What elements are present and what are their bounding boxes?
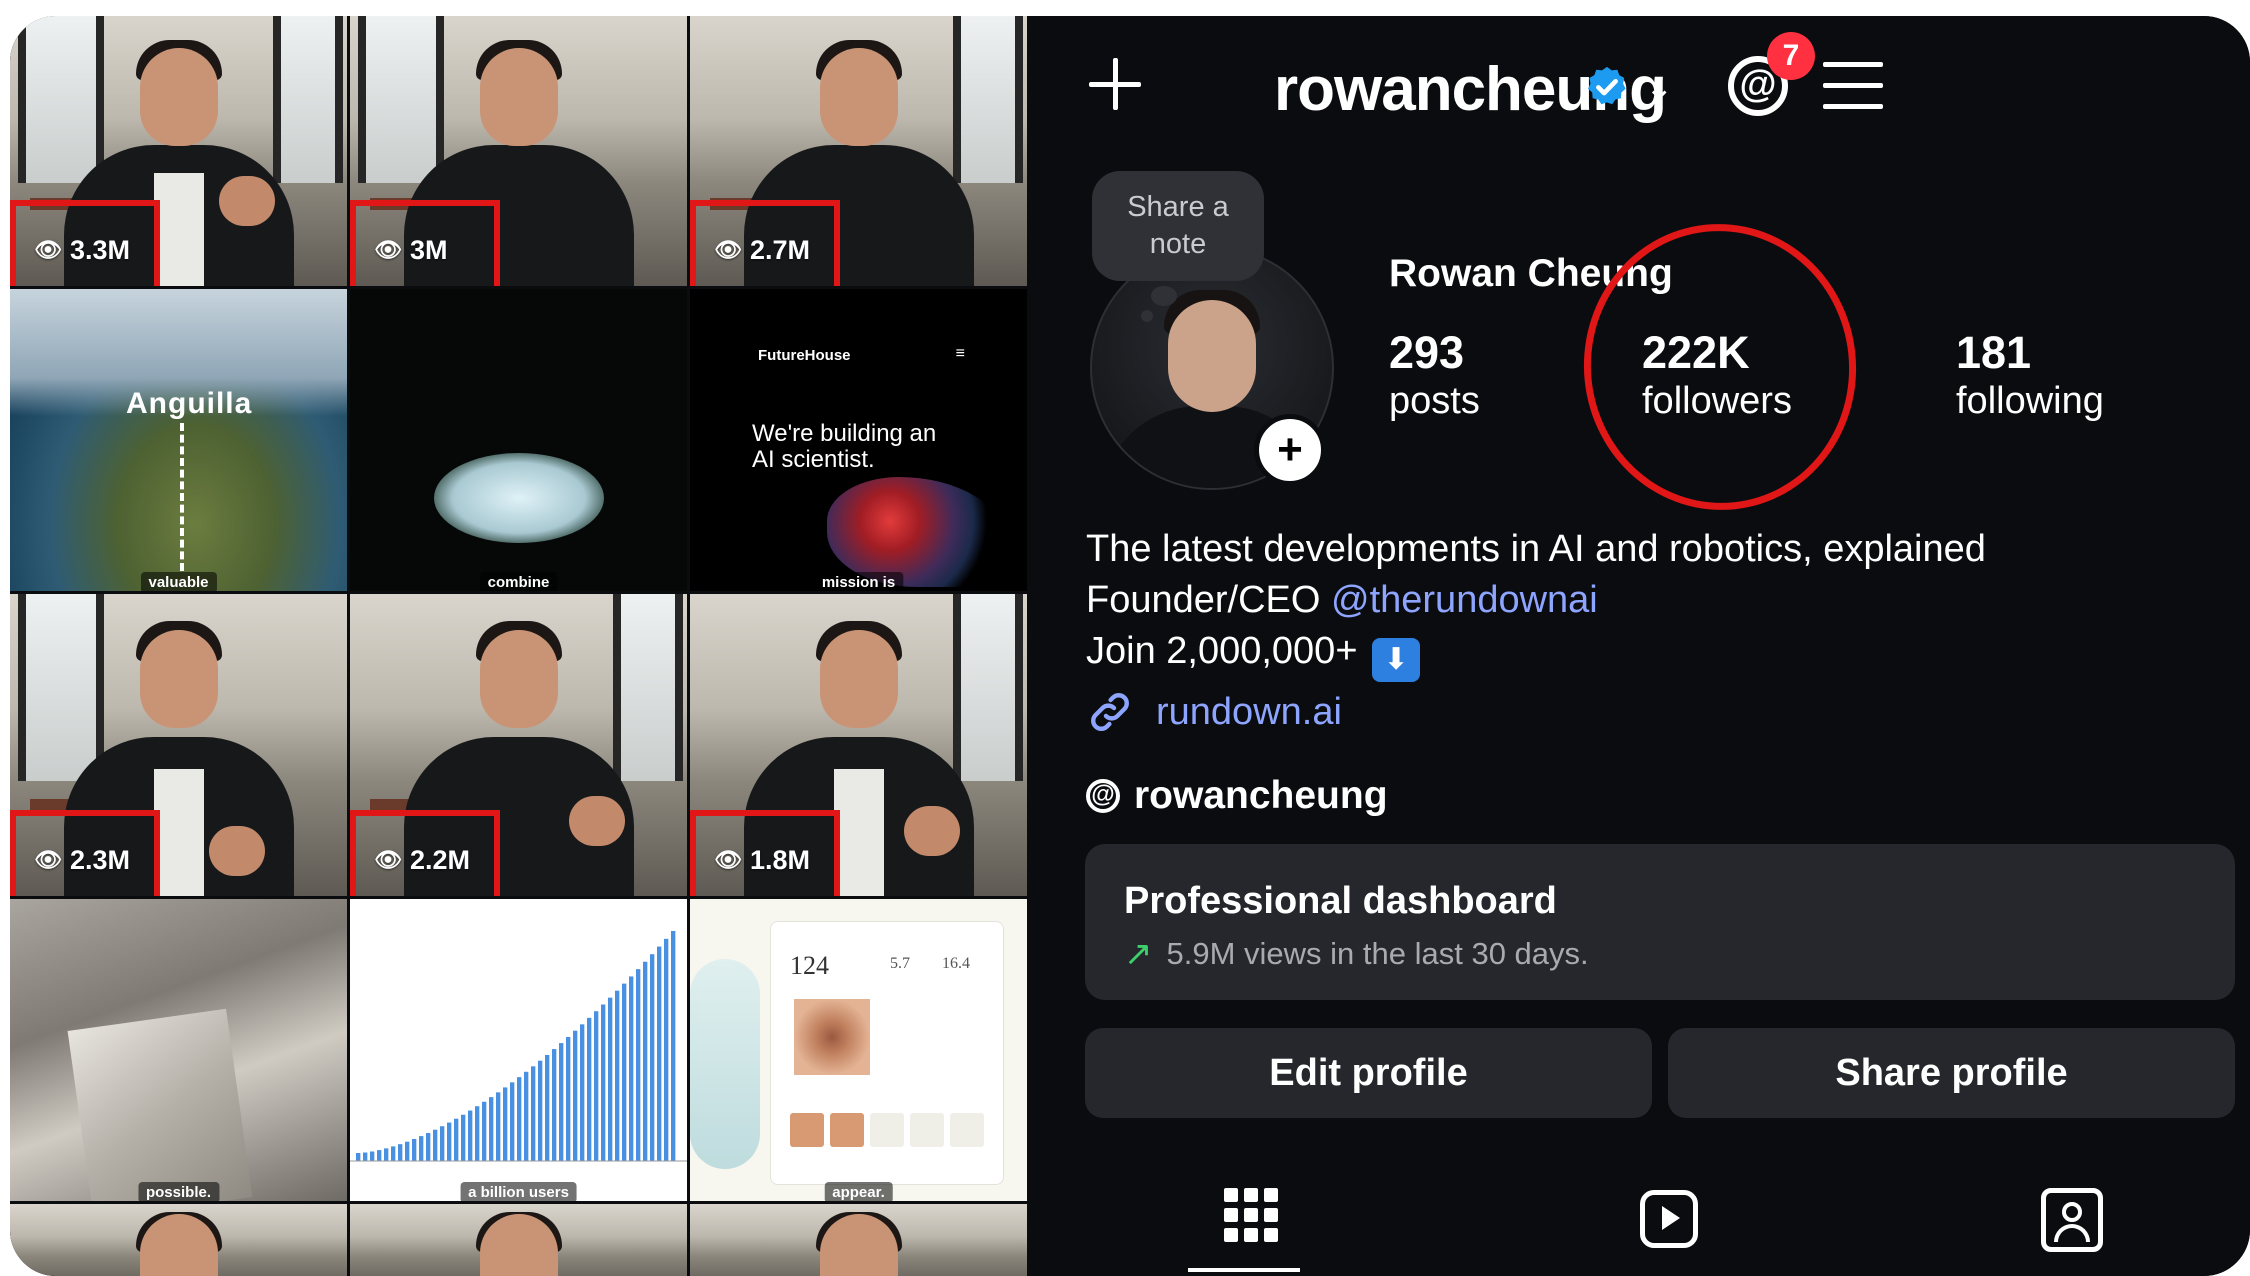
threads-link[interactable]: @ rowancheung xyxy=(1086,774,1388,818)
thumbnail-bar xyxy=(482,1101,487,1161)
posts-stat[interactable]: 293 posts xyxy=(1389,328,1480,424)
thumbnail-bar xyxy=(433,1129,438,1161)
menu-icon[interactable] xyxy=(1823,62,1883,110)
post-tile[interactable]: 👁 1.8M xyxy=(690,594,1027,896)
thumbnail-bar xyxy=(671,931,676,1161)
tagged-icon[interactable] xyxy=(2031,1176,2121,1266)
thumbnail-bar xyxy=(419,1136,424,1161)
post-tile[interactable]: combine xyxy=(350,289,687,591)
post-tile[interactable]: 124 5.7 16.4 appear. xyxy=(690,899,1027,1201)
share-note-bubble[interactable]: Share a note xyxy=(1092,171,1264,281)
edit-profile-button[interactable]: Edit profile xyxy=(1085,1028,1652,1118)
thumbnail-bar xyxy=(608,997,613,1161)
thumbnail-bar xyxy=(363,1152,368,1161)
threads-icon: @ xyxy=(1086,779,1120,813)
thumbnail-bar xyxy=(664,938,669,1161)
thumbnail-bar xyxy=(615,990,620,1161)
add-story-button[interactable]: + xyxy=(1254,414,1326,486)
app-screen: 👁 3.3M 👁 3M 👁 2.7M Anguilla valuable combin… xyxy=(10,16,2250,1276)
thumbnail-bar xyxy=(524,1071,529,1161)
thumbnail-bar xyxy=(510,1082,515,1161)
thumbnail-bar xyxy=(601,1004,606,1161)
thumbnail-bar xyxy=(636,969,641,1161)
thumbnail-bar xyxy=(447,1122,452,1161)
post-tile[interactable]: 👁 2.2M xyxy=(350,594,687,896)
thumbnail-bar xyxy=(370,1151,375,1161)
post-tile[interactable] xyxy=(350,1204,687,1276)
thumbnail-bar xyxy=(391,1146,396,1161)
posts-grid: 👁 3.3M 👁 3M 👁 2.7M Anguilla valuable combin… xyxy=(10,16,1027,1276)
highlight-box xyxy=(690,810,840,896)
create-plus-icon[interactable] xyxy=(1087,56,1143,112)
thumbnail-bar xyxy=(426,1132,431,1161)
thumbnail-bar xyxy=(489,1097,494,1161)
thumbnail-bar xyxy=(545,1054,550,1161)
thumbnail-bar xyxy=(552,1049,557,1161)
thumbnail-bar xyxy=(440,1126,445,1161)
thumbnail-bar xyxy=(475,1106,480,1161)
following-stat[interactable]: 181 following xyxy=(1956,328,2104,424)
thumbnail-bar xyxy=(629,976,634,1161)
thumbnail-bar xyxy=(650,954,655,1161)
thumbnail-bar xyxy=(566,1036,571,1161)
post-tile[interactable]: possible. xyxy=(10,899,347,1201)
bar-chart-thumbnail xyxy=(350,931,687,1162)
chevron-down-icon[interactable]: ⌄ xyxy=(1645,68,1674,108)
verified-badge-icon xyxy=(1588,66,1626,105)
post-tile[interactable]: 👁 3M xyxy=(350,16,687,286)
highlight-box xyxy=(350,810,500,896)
thumbnail-bar xyxy=(531,1066,536,1161)
profile-panel: rowancheung ⌄ @ 7 + Share a note Rowan C… xyxy=(1029,16,2250,1276)
thumbnail-bar xyxy=(377,1150,382,1161)
post-tile[interactable]: 👁 3.3M xyxy=(10,16,347,286)
thumbnail-bar xyxy=(594,1011,599,1161)
thumbnail-bar xyxy=(454,1118,459,1161)
thumbnail-bar xyxy=(517,1077,522,1161)
share-profile-button[interactable]: Share profile xyxy=(1668,1028,2235,1118)
highlight-box xyxy=(10,810,160,896)
website-link[interactable]: rundown.ai xyxy=(1086,688,1342,736)
post-tile[interactable]: 👁 2.7M xyxy=(690,16,1027,286)
thumbnail-bar xyxy=(412,1138,417,1161)
post-tile[interactable]: FutureHouse ≡ We're building an AI scien… xyxy=(690,289,1027,591)
highlight-box xyxy=(690,200,840,286)
thumbnail-bar xyxy=(496,1092,501,1161)
thumbnail-bar xyxy=(587,1017,592,1161)
notification-badge: 7 xyxy=(1767,32,1815,80)
thumbnail-bar xyxy=(580,1024,585,1161)
down-arrow-emoji: ⬇ xyxy=(1372,638,1421,682)
post-tile[interactable]: 👁 2.3M xyxy=(10,594,347,896)
mention-link[interactable]: @therundownai xyxy=(1331,579,1598,621)
thumbnail-bar xyxy=(559,1043,564,1161)
professional-dashboard[interactable]: Professional dashboard ↗ 5.9M views in th… xyxy=(1085,844,2235,1000)
thumbnail-bar xyxy=(398,1144,403,1161)
post-tile[interactable] xyxy=(10,1204,347,1276)
profile-tabs xyxy=(1029,1176,2250,1276)
thumbnail-bar xyxy=(643,961,648,1161)
highlight-box xyxy=(350,200,500,286)
bio: The latest developments in AI and roboti… xyxy=(1086,524,1986,682)
thumbnail-bar xyxy=(405,1141,410,1161)
thumbnail-bar xyxy=(468,1110,473,1161)
trend-up-icon: ↗ xyxy=(1124,935,1153,973)
post-tile[interactable] xyxy=(690,1204,1027,1276)
grid-icon[interactable] xyxy=(1210,1176,1300,1266)
thumbnail-bar xyxy=(503,1087,508,1161)
highlight-box xyxy=(10,200,160,286)
thumbnail-bar xyxy=(461,1114,466,1161)
thumbnail-bar xyxy=(538,1060,543,1161)
reels-icon[interactable] xyxy=(1626,1176,1716,1266)
post-tile[interactable]: a billion users xyxy=(350,899,687,1201)
link-icon xyxy=(1091,693,1129,731)
thumbnail-bar xyxy=(573,1030,578,1161)
thumbnail-bar xyxy=(622,983,627,1161)
active-tab-indicator xyxy=(1188,1268,1300,1272)
thumbnail-bar xyxy=(384,1148,389,1161)
thumbnail-bar xyxy=(356,1153,361,1161)
post-tile[interactable]: Anguilla valuable xyxy=(10,289,347,591)
thumbnail-bar xyxy=(657,946,662,1161)
